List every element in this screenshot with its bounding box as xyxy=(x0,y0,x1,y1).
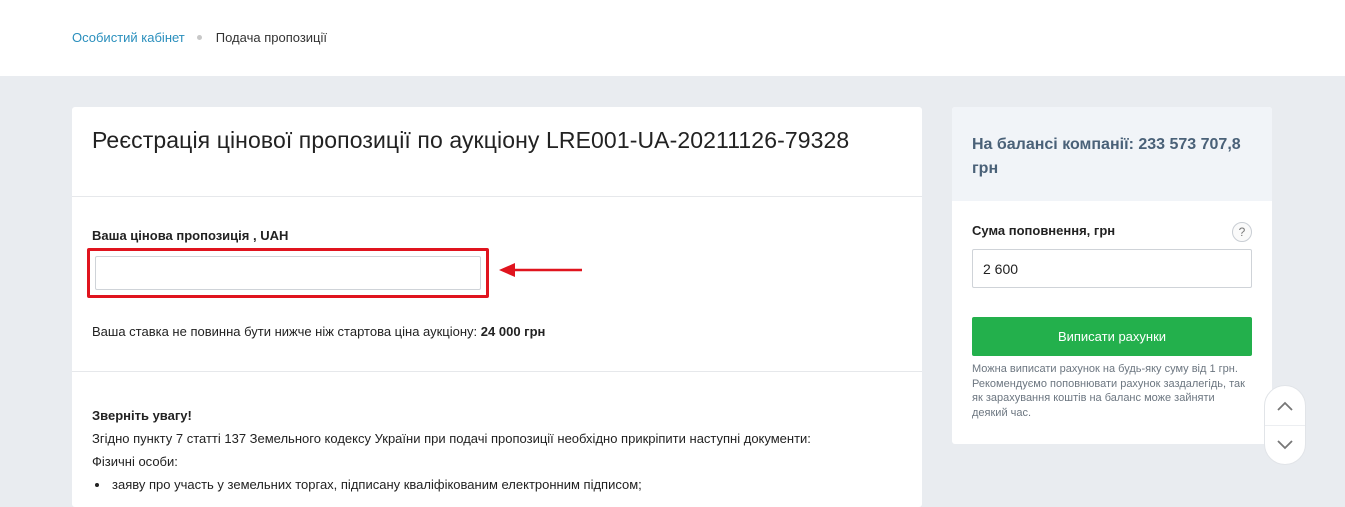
divider xyxy=(72,371,922,372)
notice-subheading: Фізичні особи: xyxy=(92,454,178,469)
page-title: Реєстрація цінової пропозиції по аукціон… xyxy=(92,127,850,153)
issue-invoice-button[interactable]: Виписати рахунки xyxy=(972,317,1252,356)
chevron-up-icon xyxy=(1277,401,1293,411)
scroll-down-button[interactable] xyxy=(1265,425,1305,464)
company-balance: На балансі компанії: 233 573 707,8 грн xyxy=(972,136,1241,177)
divider xyxy=(72,196,922,197)
notice-title: Зверніть увагу! xyxy=(92,408,192,423)
breadcrumb-home-link[interactable]: Особистий кабінет xyxy=(72,30,185,45)
question-icon[interactable]: ? xyxy=(1232,222,1252,242)
topup-label: Сума поповнення, грн xyxy=(972,223,1116,238)
bid-input[interactable] xyxy=(95,256,481,290)
breadcrumb: Особистий кабінет Подача пропозиції xyxy=(72,30,327,45)
top-bar: Особистий кабінет Подача пропозиції xyxy=(0,0,1345,76)
topup-amount-input[interactable] xyxy=(972,249,1252,288)
bid-label: Ваша цінова пропозиція , UAH xyxy=(92,228,289,243)
bid-input-highlight xyxy=(87,248,489,298)
notice-list: заяву про участь у земельних торгах, під… xyxy=(110,473,811,496)
balance-box: На балансі компанії: 233 573 707,8 грн xyxy=(952,107,1272,201)
chevron-down-icon xyxy=(1277,440,1293,450)
balance-card: На балансі компанії: 233 573 707,8 грн С… xyxy=(952,107,1272,444)
notice-text: Згідно пункту 7 статті 137 Земельного ко… xyxy=(92,431,811,446)
scroll-control xyxy=(1264,385,1306,465)
min-bid-note: Ваша ставка не повинна бути нижче ніж ст… xyxy=(92,324,545,339)
min-bid-note-text: Ваша ставка не повинна бути нижче ніж ст… xyxy=(92,324,481,339)
notice-block: Зверніть увагу! Згідно пункту 7 статті 1… xyxy=(92,404,811,496)
breadcrumb-separator xyxy=(196,35,202,40)
invoice-note: Можна виписати рахунок на будь-яку суму … xyxy=(972,363,1245,419)
bid-form-card: Реєстрація цінової пропозиції по аукціон… xyxy=(72,107,922,507)
scroll-up-button[interactable] xyxy=(1265,386,1305,425)
min-bid-amount: 24 000 грн xyxy=(480,324,546,339)
list-item: заяву про участь у земельних торгах, під… xyxy=(110,473,811,496)
arrow-left-icon xyxy=(499,263,582,277)
breadcrumb-current: Подача пропозиції xyxy=(215,30,327,45)
